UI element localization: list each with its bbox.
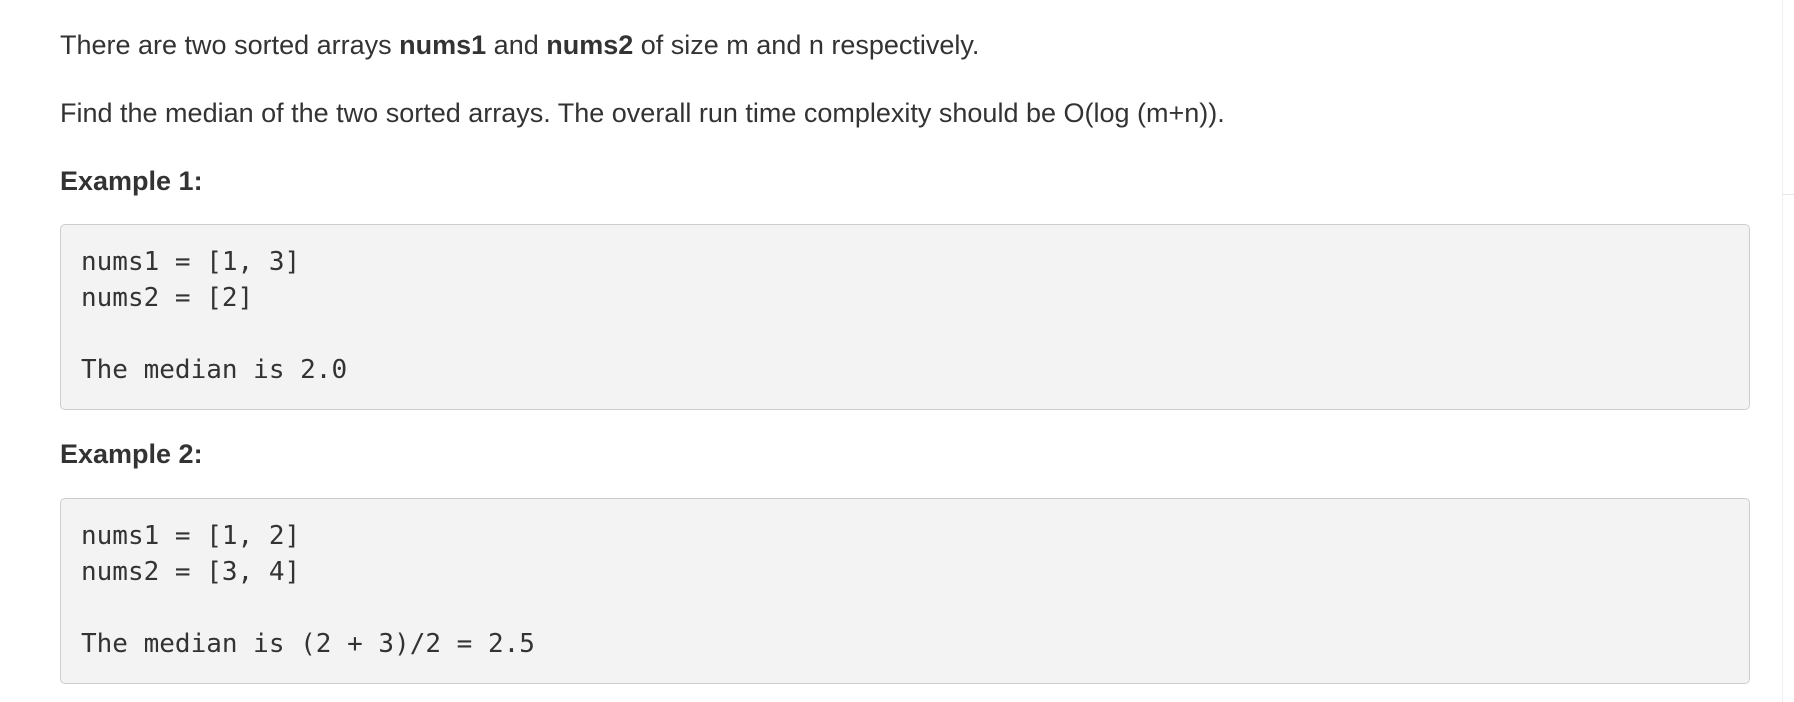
example-1-heading: Example 1: — [60, 166, 203, 196]
intro-nums2: nums2 — [546, 30, 634, 60]
example-1-line-1: nums1 = [1, 3] — [81, 247, 301, 277]
scrollbar-track[interactable] — [1782, 0, 1794, 702]
example-2-heading: Example 2: — [60, 439, 203, 469]
example-2-line-2: nums2 = [3, 4] — [81, 557, 301, 587]
intro-nums1: nums1 — [399, 30, 487, 60]
example-2-code-block: nums1 = [1, 2] nums2 = [3, 4] The median… — [60, 498, 1750, 684]
example-1-line-2: nums2 = [2] — [81, 283, 254, 313]
problem-task: Find the median of the two sorted arrays… — [60, 98, 1225, 128]
intro-text-2: and — [486, 30, 547, 60]
intro-text-3: of size m and n respectively. — [633, 30, 980, 60]
scrollbar-divider — [1783, 194, 1794, 195]
intro-text-1: There are two sorted arrays — [60, 30, 400, 60]
example-1-code-block: nums1 = [1, 3] nums2 = [2] The median is… — [60, 224, 1750, 410]
example-1-line-3: The median is 2.0 — [81, 355, 348, 385]
problem-intro: There are two sorted arrays nums1 and nu… — [60, 30, 979, 60]
example-2-line-1: nums1 = [1, 2] — [81, 521, 301, 551]
example-2-line-3: The median is (2 + 3)/2 = 2.5 — [81, 629, 535, 659]
